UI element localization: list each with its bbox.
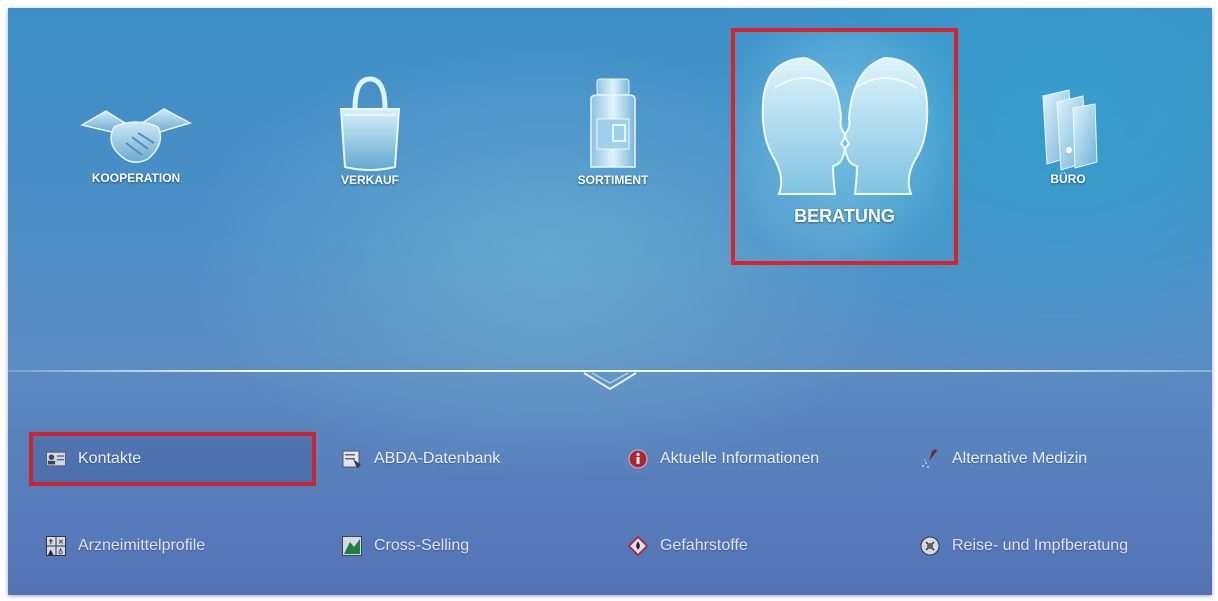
svg-text:▲: ▲ bbox=[48, 548, 54, 556]
subitem-alternative-medizin[interactable]: Alternative Medizin bbox=[920, 441, 1200, 477]
category-label: BERATUNG bbox=[794, 206, 895, 226]
category-label: VERKAUF bbox=[340, 173, 399, 187]
category-buero[interactable]: BÜRO bbox=[1018, 86, 1118, 186]
main-panel: KOOPERATION VERKAUF SORTIMENT BERATUNG B… bbox=[8, 8, 1212, 595]
category-label: KOOPERATION bbox=[91, 171, 181, 185]
subitem-reise-impfberatung[interactable]: Reise- und Impfberatung bbox=[920, 528, 1210, 564]
handshake-icon bbox=[79, 108, 192, 163]
subitem-label: Aktuelle Informationen bbox=[660, 450, 820, 467]
svg-text:✝: ✝ bbox=[48, 538, 54, 546]
subitem-label: ABDA-Datenbank bbox=[374, 450, 501, 467]
category-label: SORTIMENT bbox=[577, 173, 649, 187]
category-label: BÜRO bbox=[1050, 172, 1086, 186]
shopping-bag-icon bbox=[339, 76, 401, 171]
subitem-label: Reise- und Impfberatung bbox=[952, 537, 1129, 554]
subitem-label: Cross-Selling bbox=[374, 537, 470, 554]
travel-vaccine-icon bbox=[920, 536, 940, 556]
binders-icon bbox=[1042, 89, 1098, 171]
category-kooperation[interactable]: KOOPERATION bbox=[66, 103, 206, 185]
info-icon bbox=[628, 449, 648, 469]
subitem-label: Alternative Medizin bbox=[952, 450, 1088, 467]
svg-text:✕: ✕ bbox=[58, 538, 64, 546]
subitem-abda-datenbank[interactable]: ABDA-Datenbank bbox=[342, 441, 602, 477]
cross-selling-icon bbox=[342, 536, 362, 556]
svg-text:♁: ♁ bbox=[58, 548, 63, 556]
category-sortiment[interactable]: SORTIMENT bbox=[548, 73, 678, 187]
subitem-label: Arzneimittelprofile bbox=[78, 537, 206, 554]
hazard-icon bbox=[628, 535, 648, 557]
subitem-kontakte[interactable]: Kontakte bbox=[29, 432, 316, 486]
chevron-down-icon bbox=[583, 372, 637, 391]
medicine-bottle-icon bbox=[590, 78, 636, 168]
subitem-gefahrstoffe[interactable]: Gefahrstoffe bbox=[628, 528, 908, 564]
subitem-cross-selling[interactable]: Cross-Selling bbox=[342, 528, 602, 564]
subitem-aktuelle-informationen[interactable]: Aktuelle Informationen bbox=[628, 441, 908, 477]
subitem-label: Gefahrstoffe bbox=[660, 537, 748, 554]
mortar-icon bbox=[920, 449, 940, 469]
database-icon bbox=[342, 449, 362, 469]
category-verkauf[interactable]: VERKAUF bbox=[310, 73, 430, 187]
contact-card-icon bbox=[46, 449, 66, 469]
subitem-arzneimittelprofile[interactable]: ✝ ✕ ▲ ♁ Arzneimittelprofile bbox=[46, 528, 316, 564]
subitem-label: Kontakte bbox=[78, 450, 142, 467]
category-beratung[interactable]: BERATUNG bbox=[731, 28, 958, 265]
profile-grid-icon: ✝ ✕ ▲ ♁ bbox=[46, 536, 66, 556]
two-heads-icon bbox=[761, 56, 928, 195]
